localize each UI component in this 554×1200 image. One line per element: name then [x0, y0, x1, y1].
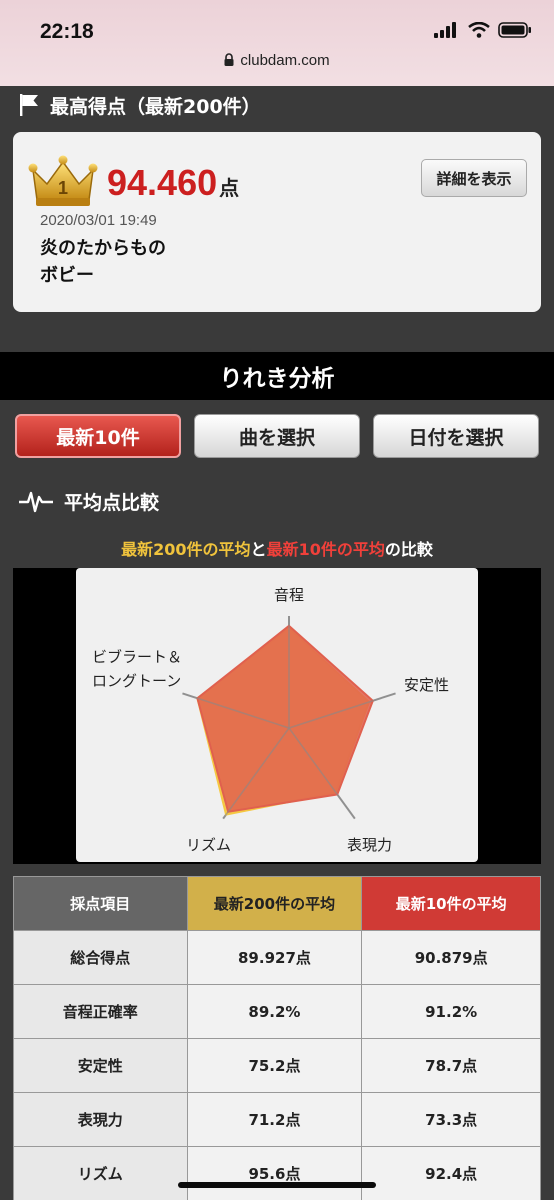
comparison-note: 最新200件の平均と最新10件の平均の比較	[121, 540, 433, 559]
best-score-date: 2020/03/01 19:49	[40, 212, 157, 229]
battery-icon	[498, 22, 531, 38]
history-analysis-title: りれき分析	[0, 352, 554, 400]
row-avg-10: 73.3点	[361, 1092, 541, 1147]
header-item: 採点項目	[13, 876, 188, 931]
best-score-value: 94.460 点	[107, 162, 240, 203]
axis-label-vibrato-line1: ビブラート＆	[92, 648, 183, 666]
radar-chart-area: 音程 安定性 表現力 リズム ビブラート＆ ロングトーン	[13, 568, 541, 864]
row-avg-200: 89.2%	[186, 984, 363, 1039]
best-score-title: 最高得点（最新200件）	[50, 95, 261, 118]
table-header-row: 採点項目 最新200件の平均 最新10件の平均	[13, 876, 541, 931]
row-label: 表現力	[13, 1092, 188, 1147]
score-table: 採点項目 最新200件の平均 最新10件の平均 総合得点 89.927点 90.…	[13, 876, 541, 1200]
url-bar[interactable]: clubdam.com	[0, 52, 554, 70]
row-label: リズム	[13, 1146, 188, 1200]
status-icons	[434, 22, 532, 38]
tab-select-date[interactable]: 日付を選択	[373, 414, 539, 458]
tab-select-song[interactable]: 曲を選択	[194, 414, 360, 458]
radar-chart	[182, 616, 396, 820]
table-row: 表現力 71.2点 73.3点	[13, 1092, 541, 1147]
average-comparison-title: 平均点比較	[64, 491, 160, 514]
status-bar: 22:18 clubdam.com	[0, 0, 554, 86]
show-detail-button[interactable]: 詳細を表示	[421, 159, 527, 197]
crown-icon: 1	[27, 154, 99, 212]
axis-label-pitch: 音程	[274, 586, 305, 604]
row-avg-10: 91.2%	[361, 984, 541, 1039]
axis-label-expression: 表現力	[347, 836, 393, 854]
row-label: 安定性	[13, 1038, 188, 1093]
url-text: clubdam.com	[240, 52, 330, 69]
best-score-card: 1 94.460 点 詳細を表示 2020/03/01 19:49 炎のたからもの…	[13, 132, 541, 312]
header-avg-10: 最新10件の平均	[361, 876, 541, 931]
wifi-icon	[468, 22, 490, 38]
best-score-heading: 最高得点（最新200件）	[18, 88, 261, 122]
best-score-song[interactable]: 炎のたからもの	[40, 234, 166, 260]
average-comparison-heading: 平均点比較	[18, 484, 159, 518]
radar-chart-panel: 音程 安定性 表現力 リズム ビブラート＆ ロングトーン	[76, 568, 478, 862]
tab-latest-10[interactable]: 最新10件	[15, 414, 181, 458]
axis-label-vibrato-line2: ロングトーン	[92, 672, 182, 690]
flag-icon	[20, 94, 38, 116]
row-avg-200: 75.2点	[186, 1038, 363, 1093]
row-avg-200: 95.6点	[186, 1146, 363, 1200]
table-row: 音程正確率 89.2% 91.2%	[13, 984, 541, 1039]
header-avg-200: 最新200件の平均	[186, 876, 363, 931]
row-label: 音程正確率	[13, 984, 188, 1039]
row-avg-200: 71.2点	[186, 1092, 363, 1147]
axis-label-stability: 安定性	[404, 676, 450, 694]
row-label: 総合得点	[13, 930, 188, 985]
signal-icon	[434, 22, 456, 38]
status-time: 22:18	[40, 20, 94, 43]
home-indicator[interactable]	[178, 1182, 376, 1188]
table-row: 安定性 75.2点 78.7点	[13, 1038, 541, 1093]
pulse-icon	[19, 491, 53, 513]
row-avg-10: 78.7点	[361, 1038, 541, 1093]
row-avg-200: 89.927点	[186, 930, 363, 985]
row-avg-10: 90.879点	[361, 930, 541, 985]
axis-label-rhythm: リズム	[186, 836, 232, 854]
table-row: リズム 95.6点 92.4点	[13, 1146, 541, 1200]
row-avg-10: 92.4点	[361, 1146, 541, 1200]
table-row: 総合得点 89.927点 90.879点	[13, 930, 541, 985]
best-score-artist[interactable]: ボビー	[40, 261, 94, 287]
radar-series-avg-10	[196, 624, 375, 813]
svg-text:1: 1	[58, 178, 68, 198]
lock-icon	[224, 53, 234, 70]
